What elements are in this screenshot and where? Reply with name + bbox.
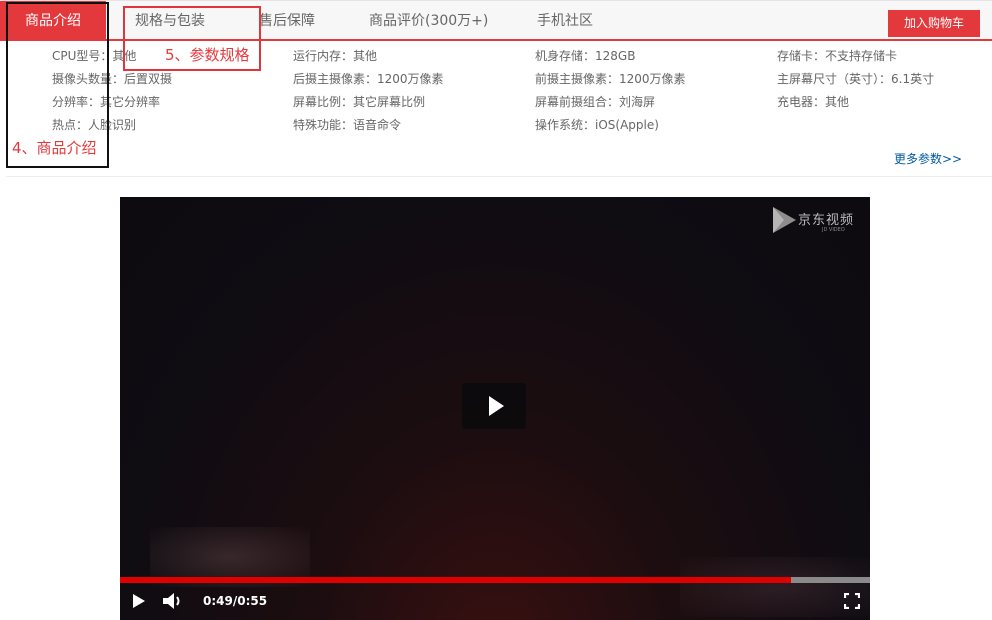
annotation-label-spec-params: 5、参数规格 <box>165 46 250 64</box>
tab-reviews[interactable]: 商品评价(300万+) <box>369 1 488 41</box>
watermark-subtext: JD VIDEO <box>822 227 845 233</box>
video-glow <box>680 557 870 617</box>
progress-bar[interactable] <box>120 577 870 583</box>
spec-item: 存储卡：不支持存储卡 <box>777 49 898 63</box>
spec-item: 屏幕比例：其它屏幕比例 <box>293 95 426 109</box>
progress-fill <box>120 577 791 583</box>
play-control-button[interactable] <box>131 592 147 614</box>
watermark-text: 京东视频 <box>798 213 855 228</box>
spec-item: 机身存储：128GB <box>535 49 636 63</box>
spec-item: 特殊功能：语音命令 <box>293 118 402 132</box>
more-params-link[interactable]: 更多参数>> <box>894 150 962 167</box>
spec-item: 后摄主摄像素：1200万像素 <box>293 72 444 86</box>
spec-item: 主屏幕尺寸（英寸）：6.1英寸 <box>777 72 935 86</box>
spec-item: 充电器：其他 <box>777 95 850 109</box>
annotation-label-product-intro: 4、商品介绍 <box>12 139 97 157</box>
center-play-button[interactable] <box>462 383 526 429</box>
fullscreen-icon <box>843 592 861 610</box>
spec-item: 屏幕前摄组合：刘海屏 <box>535 95 656 109</box>
jd-video-logo-icon <box>773 207 796 233</box>
tab-community[interactable]: 手机社区 <box>537 1 593 41</box>
volume-button[interactable] <box>162 591 184 615</box>
spec-item: 操作系统：iOS(Apple) <box>535 118 659 132</box>
fullscreen-button[interactable] <box>843 592 861 613</box>
volume-icon <box>163 593 180 609</box>
play-icon <box>489 396 504 416</box>
add-to-cart-button[interactable]: 加入购物车 <box>888 10 980 37</box>
jd-video-watermark: 京东视频 JD VIDEO <box>770 205 866 237</box>
play-icon <box>133 594 145 608</box>
tab-after-sales[interactable]: 售后保障 <box>259 1 315 41</box>
video-player[interactable]: 京东视频 JD VIDEO 0:49/0:55 <box>120 197 870 620</box>
spec-item: 运行内存：其他 <box>293 49 378 63</box>
spec-item: 前摄主摄像素：1200万像素 <box>535 72 686 86</box>
time-display: 0:49/0:55 <box>203 594 268 608</box>
